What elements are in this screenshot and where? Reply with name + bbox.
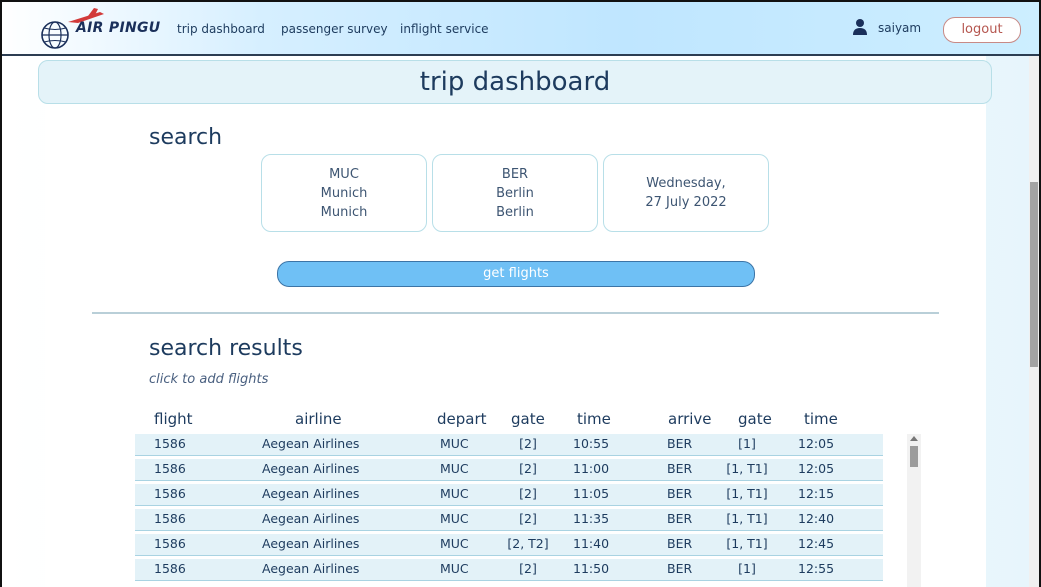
column-header-airline: airline [295, 410, 342, 428]
airline-name: Aegean Airlines [262, 536, 360, 551]
arrive-time: 12:05 [798, 461, 835, 476]
nav-trip-dashboard[interactable]: trip dashboard [177, 22, 265, 36]
depart-time: 11:00 [573, 461, 610, 476]
depart-gate: [2] [519, 486, 537, 501]
depart-gate: [2] [519, 561, 537, 576]
arrive-airport: BER [667, 511, 693, 526]
flight-number: 1586 [154, 511, 186, 526]
flight-row[interactable]: 1586 Aegean Airlines MUC [2] 11:50 BER [… [135, 559, 883, 581]
search-results-heading: search results [149, 336, 303, 361]
nav-inflight-service[interactable]: inflight service [400, 22, 489, 36]
arrive-airport: BER [667, 536, 693, 551]
arrive-gate: [1, T1] [726, 511, 768, 526]
flight-number: 1586 [154, 536, 186, 551]
arrive-airport: BER [667, 561, 693, 576]
flight-row[interactable]: 1586 Aegean Airlines MUC [2] 11:05 BER [… [135, 484, 883, 506]
user-name: saiyam [878, 21, 922, 35]
get-flights-button[interactable]: get flights [277, 261, 755, 287]
flight-number: 1586 [154, 486, 186, 501]
flight-number: 1586 [154, 561, 186, 576]
results-scrollbar-thumb[interactable] [910, 446, 918, 467]
flight-row[interactable]: 1586 Aegean Airlines MUC [2] 11:00 BER [… [135, 459, 883, 481]
flight-row[interactable]: 1586 Aegean Airlines MUC [2] 11:35 BER [… [135, 509, 883, 531]
flight-row[interactable]: 1586 Aegean Airlines MUC [2] 10:55 BER [… [135, 434, 883, 456]
flight-row[interactable]: 1586 Aegean Airlines MUC [2, T2] 11:40 B… [135, 534, 883, 556]
results-scrollbar[interactable] [907, 434, 921, 587]
origin-city: Munich [320, 185, 368, 201]
column-header-arrive-gate: gate [738, 410, 772, 428]
add-flights-hint: click to add flights [149, 372, 269, 387]
depart-time: 11:40 [573, 536, 610, 551]
column-header-flight: flight [154, 410, 193, 428]
flight-number: 1586 [154, 436, 186, 451]
depart-gate: [2, T2] [507, 536, 549, 551]
airline-name: Aegean Airlines [262, 461, 360, 476]
destination-airport: Berlin [496, 204, 534, 220]
column-header-depart-time: time [577, 410, 611, 428]
destination-airport-card[interactable]: BER Berlin Berlin [432, 154, 598, 232]
depart-airport: MUC [440, 561, 469, 576]
origin-code: MUC [329, 166, 359, 182]
nav-passenger-survey[interactable]: passenger survey [281, 22, 388, 36]
origin-airport-card[interactable]: MUC Munich Munich [261, 154, 427, 232]
depart-time: 11:05 [573, 486, 610, 501]
page-scrollbar[interactable] [1029, 56, 1039, 587]
depart-airport: MUC [440, 511, 469, 526]
origin-airport: Munich [320, 204, 368, 220]
depart-airport: MUC [440, 536, 469, 551]
depart-airport: MUC [440, 486, 469, 501]
arrive-gate: [1] [738, 436, 756, 451]
column-header-arrive-time: time [804, 410, 838, 428]
user-icon [853, 19, 867, 35]
page-title: trip dashboard [38, 60, 992, 104]
date-weekday: Wednesday, [646, 176, 726, 191]
depart-time: 11:50 [573, 561, 610, 576]
arrive-airport: BER [667, 461, 693, 476]
column-header-depart-gate: gate [511, 410, 545, 428]
logout-button[interactable]: logout [943, 17, 1021, 43]
depart-gate: [2] [519, 461, 537, 476]
airline-name: Aegean Airlines [262, 436, 360, 451]
destination-code: BER [501, 166, 529, 182]
arrive-time: 12:45 [798, 536, 835, 551]
depart-airport: MUC [440, 436, 469, 451]
arrive-gate: [1, T1] [726, 486, 768, 501]
depart-airport: MUC [440, 461, 469, 476]
date-full: 27 July 2022 [645, 195, 727, 210]
section-divider [92, 312, 939, 314]
arrive-time: 12:05 [798, 436, 835, 451]
logo-text: AIR PINGU [76, 20, 161, 36]
date-card[interactable]: Wednesday, 27 July 2022 [603, 154, 769, 232]
top-navbar: AIR PINGU trip dashboard passenger surve… [2, 2, 1039, 56]
destination-city: Berlin [496, 185, 534, 201]
scroll-up-arrow-icon[interactable] [910, 436, 918, 441]
arrive-gate: [1, T1] [726, 461, 768, 476]
arrive-time: 12:15 [798, 486, 835, 501]
column-header-arrive: arrive [668, 410, 712, 428]
column-header-depart: depart [437, 410, 487, 428]
arrive-airport: BER [667, 486, 693, 501]
arrive-gate: [1, T1] [726, 536, 768, 551]
depart-time: 11:35 [573, 511, 610, 526]
depart-time: 10:55 [573, 436, 610, 451]
arrive-time: 12:40 [798, 511, 835, 526]
airline-name: Aegean Airlines [262, 486, 360, 501]
flight-number: 1586 [154, 461, 186, 476]
arrive-airport: BER [667, 436, 693, 451]
depart-gate: [2] [519, 511, 537, 526]
arrive-gate: [1] [738, 561, 756, 576]
arrive-time: 12:55 [798, 561, 835, 576]
search-heading: search [149, 125, 223, 150]
airline-name: Aegean Airlines [262, 561, 360, 576]
airline-name: Aegean Airlines [262, 511, 360, 526]
depart-gate: [2] [519, 436, 537, 451]
page-scrollbar-thumb[interactable] [1030, 182, 1038, 367]
